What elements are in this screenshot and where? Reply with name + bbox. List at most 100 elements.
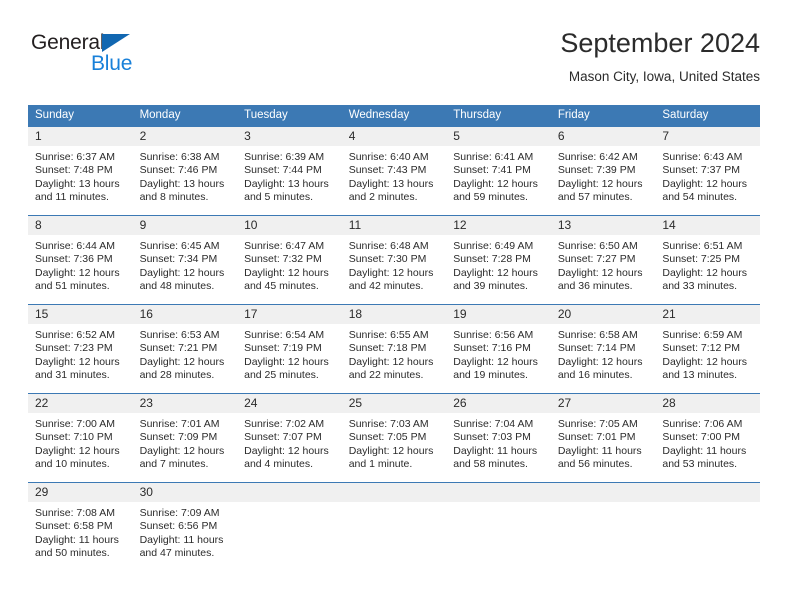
daylight-duration-line2: and 22 minutes. — [348, 369, 424, 382]
calendar-page: General Blue September 2024 Mason City, … — [0, 0, 792, 612]
calendar-day-cell[interactable]: 21 Sunrise: 6:59 AM Sunset: 7:12 PM Dayligh… — [655, 304, 760, 394]
daylight-duration-line1: Daylight: 12 hours — [348, 355, 434, 368]
sunrise-time: Sunrise: 6:49 AM — [453, 240, 534, 252]
day-number — [237, 483, 342, 502]
calendar-day-cell[interactable]: 5 Sunrise: 6:41 AM Sunset: 7:41 PM Daylight… — [446, 126, 551, 216]
sunrise-time: Sunrise: 7:09 AM — [139, 507, 220, 519]
day-number: 11 — [341, 216, 447, 235]
calendar-day-cell[interactable]: 8 Sunrise: 6:44 AM Sunset: 7:36 PM Daylight… — [28, 215, 133, 305]
calendar-week-row: 8 Sunrise: 6:44 AM Sunset: 7:36 PM Daylight… — [28, 215, 760, 305]
calendar-body: 1 Sunrise: 6:37 AM Sunset: 7:48 PM Daylight… — [28, 126, 760, 571]
sunrise-time: Sunrise: 6:59 AM — [662, 329, 743, 341]
day-number: 8 — [28, 216, 133, 235]
daylight-duration-line1: Daylight: 13 hours — [35, 177, 120, 190]
day-sun-info: Sunrise: 6:41 AM Sunset: 7:41 PM Daylight:… — [446, 146, 551, 205]
day-number: 14 — [655, 216, 760, 235]
daylight-duration-line2: and 5 minutes. — [244, 191, 314, 204]
daylight-duration-line2: and 48 minutes. — [139, 280, 215, 293]
calendar-day-cell[interactable]: 7 Sunrise: 6:43 AM Sunset: 7:37 PM Daylight… — [655, 126, 760, 216]
day-number — [550, 483, 656, 502]
sunrise-time: Sunrise: 7:03 AM — [348, 418, 429, 430]
day-number: 26 — [446, 394, 551, 413]
day-number: 21 — [655, 305, 760, 324]
daylight-duration-line2: and 2 minutes. — [348, 191, 418, 204]
day-sun-info: Sunrise: 6:54 AM Sunset: 7:19 PM Daylight:… — [237, 324, 342, 383]
calendar-day-cell[interactable]: 23 Sunrise: 7:01 AM Sunset: 7:09 PM Dayligh… — [132, 393, 238, 483]
sunrise-time: Sunrise: 6:43 AM — [662, 151, 743, 163]
daylight-duration-line1: Daylight: 12 hours — [139, 266, 225, 279]
calendar-day-cell[interactable]: 25 Sunrise: 7:03 AM Sunset: 7:05 PM Dayligh… — [341, 393, 447, 483]
daylight-duration-line1: Daylight: 12 hours — [662, 177, 748, 190]
day-sun-info: Sunrise: 7:04 AM Sunset: 7:03 PM Daylight:… — [446, 413, 551, 472]
calendar-day-cell[interactable]: 11 Sunrise: 6:48 AM Sunset: 7:30 PM Dayligh… — [341, 215, 447, 305]
daylight-duration-line2: and 33 minutes. — [662, 280, 738, 293]
sunset-time: Sunset: 6:58 PM — [35, 520, 113, 533]
calendar-day-cell[interactable]: 12 Sunrise: 6:49 AM Sunset: 7:28 PM Dayligh… — [446, 215, 551, 305]
daylight-duration-line1: Daylight: 11 hours — [453, 444, 538, 457]
calendar-day-cell[interactable]: 2 Sunrise: 6:38 AM Sunset: 7:46 PM Daylight… — [132, 126, 238, 216]
calendar-day-cell[interactable]: 30 Sunrise: 7:09 AM Sunset: 6:56 PM Dayligh… — [132, 482, 238, 571]
calendar-day-cell[interactable]: 6 Sunrise: 6:42 AM Sunset: 7:39 PM Daylight… — [550, 126, 656, 216]
calendar-day-cell[interactable]: 27 Sunrise: 7:05 AM Sunset: 7:01 PM Dayligh… — [550, 393, 656, 483]
calendar-day-cell[interactable]: 4 Sunrise: 6:40 AM Sunset: 7:43 PM Daylight… — [341, 126, 447, 216]
calendar-day-cell-empty — [655, 482, 760, 571]
calendar-day-cell[interactable]: 9 Sunrise: 6:45 AM Sunset: 7:34 PM Daylight… — [132, 215, 238, 305]
day-sun-info: Sunrise: 7:09 AM Sunset: 6:56 PM Daylight:… — [133, 502, 238, 561]
day-sun-info: Sunrise: 6:58 AM Sunset: 7:14 PM Daylight:… — [551, 324, 656, 383]
daylight-duration-line1: Daylight: 11 hours — [35, 533, 119, 546]
calendar-day-cell[interactable]: 19 Sunrise: 6:56 AM Sunset: 7:16 PM Dayligh… — [446, 304, 551, 394]
calendar-day-cell[interactable]: 16 Sunrise: 6:53 AM Sunset: 7:21 PM Dayligh… — [132, 304, 238, 394]
sunset-time: Sunset: 7:43 PM — [348, 164, 427, 177]
day-number: 13 — [550, 216, 656, 235]
calendar-day-cell[interactable]: 1 Sunrise: 6:37 AM Sunset: 7:48 PM Daylight… — [28, 126, 133, 216]
calendar-week-row: 15 Sunrise: 6:52 AM Sunset: 7:23 PM Dayligh… — [28, 304, 760, 394]
day-number: 20 — [550, 305, 656, 324]
day-sun-info: Sunrise: 6:59 AM Sunset: 7:12 PM Daylight:… — [655, 324, 760, 383]
day-sun-info: Sunrise: 7:01 AM Sunset: 7:09 PM Daylight:… — [133, 413, 238, 472]
daylight-duration-line1: Daylight: 12 hours — [244, 444, 329, 457]
daylight-duration-line1: Daylight: 11 hours — [139, 533, 224, 546]
daylight-duration-line2: and 42 minutes. — [348, 280, 424, 293]
daylight-duration-line1: Daylight: 11 hours — [557, 444, 642, 457]
calendar-day-cell[interactable]: 14 Sunrise: 6:51 AM Sunset: 7:25 PM Dayligh… — [655, 215, 760, 305]
day-sun-info: Sunrise: 6:48 AM Sunset: 7:30 PM Daylight:… — [342, 235, 447, 294]
sunset-time: Sunset: 7:05 PM — [348, 431, 427, 444]
calendar-day-cell[interactable]: 15 Sunrise: 6:52 AM Sunset: 7:23 PM Dayligh… — [28, 304, 133, 394]
calendar-day-cell[interactable]: 28 Sunrise: 7:06 AM Sunset: 7:00 PM Dayligh… — [655, 393, 760, 483]
sunset-time: Sunset: 7:37 PM — [662, 164, 741, 177]
sunset-time: Sunset: 7:07 PM — [244, 431, 322, 444]
calendar-day-cell[interactable]: 22 Sunrise: 7:00 AM Sunset: 7:10 PM Dayligh… — [28, 393, 133, 483]
daylight-duration-line1: Daylight: 12 hours — [35, 444, 120, 457]
daylight-duration-line1: Daylight: 13 hours — [139, 177, 225, 190]
calendar-day-cell[interactable]: 18 Sunrise: 6:55 AM Sunset: 7:18 PM Dayligh… — [341, 304, 447, 394]
daylight-duration-line2: and 56 minutes. — [557, 458, 633, 471]
calendar-day-cell[interactable]: 20 Sunrise: 6:58 AM Sunset: 7:14 PM Dayligh… — [550, 304, 656, 394]
daylight-duration-line1: Daylight: 12 hours — [557, 177, 643, 190]
daylight-duration-line1: Daylight: 12 hours — [348, 444, 434, 457]
daylight-duration-line1: Daylight: 12 hours — [35, 266, 120, 279]
calendar-day-cell-empty — [550, 482, 656, 571]
daylight-duration-line2: and 45 minutes. — [244, 280, 319, 293]
day-number: 29 — [28, 483, 133, 502]
calendar-day-cell[interactable]: 29 Sunrise: 7:08 AM Sunset: 6:58 PM Dayligh… — [28, 482, 133, 571]
day-sun-info: Sunrise: 7:02 AM Sunset: 7:07 PM Daylight:… — [237, 413, 342, 472]
calendar-day-cell[interactable]: 3 Sunrise: 6:39 AM Sunset: 7:44 PM Daylight… — [237, 126, 342, 216]
calendar-day-cell[interactable]: 26 Sunrise: 7:04 AM Sunset: 7:03 PM Dayligh… — [446, 393, 551, 483]
calendar-day-cell[interactable]: 24 Sunrise: 7:02 AM Sunset: 7:07 PM Dayligh… — [237, 393, 342, 483]
day-sun-info: Sunrise: 6:39 AM Sunset: 7:44 PM Daylight:… — [237, 146, 342, 205]
calendar-day-cell[interactable]: 17 Sunrise: 6:54 AM Sunset: 7:19 PM Dayligh… — [237, 304, 342, 394]
page-header: General Blue September 2024 Mason City, … — [28, 26, 760, 98]
sunset-time: Sunset: 7:19 PM — [244, 342, 322, 355]
sunset-time: Sunset: 7:10 PM — [35, 431, 113, 444]
daylight-duration-line2: and 28 minutes. — [139, 369, 215, 382]
weekday-header-thursday: Thursday — [446, 105, 551, 127]
calendar-day-cell[interactable]: 10 Sunrise: 6:47 AM Sunset: 7:32 PM Dayligh… — [237, 215, 342, 305]
general-blue-logo[interactable]: General Blue — [31, 32, 191, 88]
day-number: 1 — [28, 127, 133, 146]
day-number: 4 — [341, 127, 447, 146]
sunrise-time: Sunrise: 6:52 AM — [35, 329, 115, 341]
calendar-day-cell[interactable]: 13 Sunrise: 6:50 AM Sunset: 7:27 PM Dayligh… — [550, 215, 656, 305]
daylight-duration-line1: Daylight: 13 hours — [348, 177, 434, 190]
daylight-duration-line1: Daylight: 12 hours — [662, 266, 748, 279]
calendar-week-row: 22 Sunrise: 7:00 AM Sunset: 7:10 PM Dayligh… — [28, 393, 760, 483]
